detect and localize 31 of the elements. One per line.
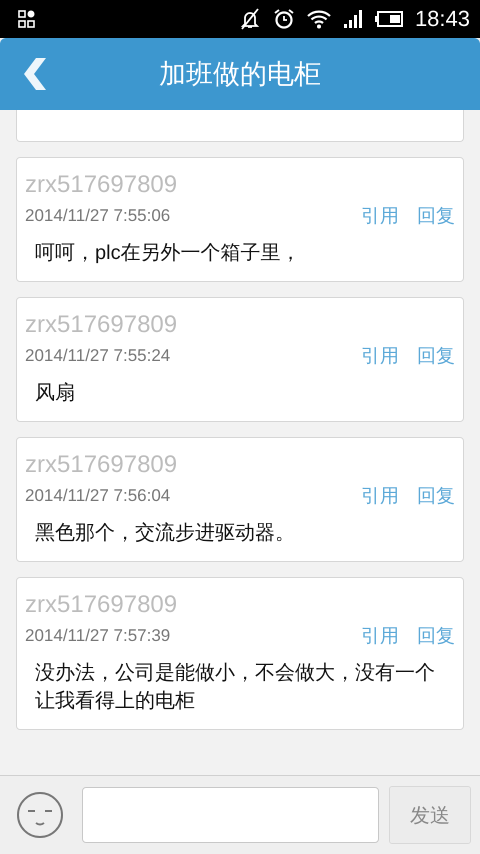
message-input[interactable]	[82, 787, 379, 843]
post-text: 呵呵，plc在另外一个箱子里，	[35, 241, 302, 266]
author-name: zrx517697809	[25, 310, 178, 340]
reply-link[interactable]: 回复	[417, 483, 455, 509]
quote-link[interactable]: 引用	[361, 203, 399, 229]
author-name: zrx517697809	[25, 450, 178, 480]
post-time: 2014/11/27 7:55:06	[25, 206, 172, 226]
author-name: zrx517697809	[25, 170, 178, 200]
reply-link[interactable]: 回复	[417, 203, 455, 229]
send-button[interactable]: 发送	[389, 786, 471, 844]
wifi-icon	[306, 9, 331, 29]
reply-link[interactable]: 回复	[417, 343, 455, 369]
post-text: 没办法，公司是能做小，不会做大，没有一个让我看得上的电柜	[35, 661, 436, 714]
post-text: 风扇	[35, 381, 76, 406]
quote-link[interactable]: 引用	[361, 343, 399, 369]
clock-time: 18:43	[414, 6, 470, 32]
battery-icon	[374, 11, 403, 27]
signal-icon	[342, 9, 363, 29]
emoji-icon[interactable]	[16, 791, 64, 839]
apps-icon	[18, 10, 36, 28]
post-time: 2014/11/27 7:55:24	[25, 346, 172, 366]
post-time: 2014/11/27 7:57:39	[25, 626, 172, 646]
author-name: zrx517697809	[25, 590, 178, 620]
post-text: 黑色那个，交流步进驱动器。	[35, 521, 296, 546]
quote-link[interactable]: 引用	[361, 623, 399, 649]
alarm-icon	[272, 8, 295, 30]
muted-bell-icon	[238, 8, 261, 30]
reply-link[interactable]: 回复	[417, 623, 455, 649]
quote-link[interactable]: 引用	[361, 483, 399, 509]
page-title: 加班做的电柜	[159, 59, 321, 89]
post-time: 2014/11/27 7:56:04	[25, 486, 172, 506]
